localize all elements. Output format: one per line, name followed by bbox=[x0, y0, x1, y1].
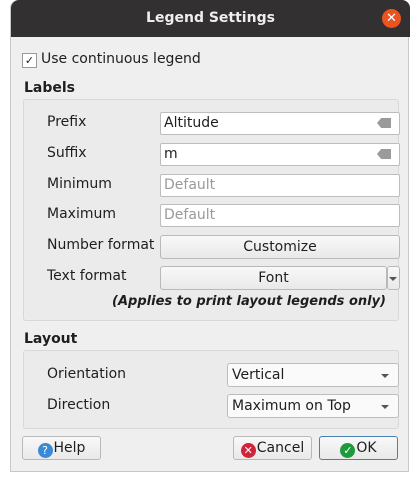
use-continuous-legend-checkbox[interactable]: ✓ bbox=[22, 53, 37, 68]
chevron-down-icon bbox=[381, 405, 389, 409]
maximum-label: Maximum bbox=[47, 206, 116, 222]
clear-icon[interactable] bbox=[377, 118, 391, 128]
text-format-label: Text format bbox=[47, 268, 127, 284]
customize-button[interactable]: Customize bbox=[160, 235, 400, 259]
cancel-icon: ✕ bbox=[240, 443, 256, 458]
title-bar: Legend Settings ✕ bbox=[11, 0, 410, 37]
minimum-label: Minimum bbox=[47, 176, 112, 192]
legend-settings-dialog: Legend Settings ✕ ✓ Use continuous legen… bbox=[10, 0, 410, 472]
orientation-select[interactable]: Vertical bbox=[227, 363, 399, 387]
ok-label: OK bbox=[356, 440, 377, 456]
use-continuous-legend-label[interactable]: Use continuous legend bbox=[41, 51, 201, 67]
prefix-value: Altitude bbox=[164, 115, 219, 131]
suffix-input[interactable]: m bbox=[160, 143, 400, 166]
help-icon: ? bbox=[37, 443, 53, 458]
prefix-label: Prefix bbox=[47, 114, 87, 130]
number-format-label: Number format bbox=[47, 237, 155, 253]
labels-group: Prefix Altitude Suffix m Minimum Default… bbox=[23, 99, 400, 321]
cancel-button[interactable]: ✕ Cancel bbox=[233, 436, 312, 460]
layout-header: Layout bbox=[24, 331, 78, 347]
print-layout-note: (Applies to print layout legends only) bbox=[112, 294, 386, 309]
direction-label: Direction bbox=[47, 397, 111, 413]
check-icon: ✓ bbox=[340, 443, 356, 458]
close-icon[interactable]: ✕ bbox=[382, 9, 401, 28]
layout-group: Orientation Vertical Direction Maximum o… bbox=[23, 350, 399, 429]
maximum-input[interactable]: Default bbox=[160, 204, 400, 227]
orientation-label: Orientation bbox=[47, 366, 127, 382]
minimum-input[interactable]: Default bbox=[160, 174, 400, 197]
orientation-value: Vertical bbox=[232, 367, 285, 383]
cancel-label: Cancel bbox=[256, 440, 305, 456]
chevron-down-icon bbox=[381, 374, 389, 378]
dialog-title: Legend Settings bbox=[146, 10, 275, 26]
suffix-label: Suffix bbox=[47, 145, 87, 161]
direction-value: Maximum on Top bbox=[232, 398, 351, 414]
prefix-input[interactable]: Altitude bbox=[160, 112, 400, 135]
help-button[interactable]: ? Help bbox=[22, 436, 101, 460]
labels-header: Labels bbox=[24, 80, 76, 96]
font-menu-button[interactable] bbox=[387, 266, 400, 290]
direction-select[interactable]: Maximum on Top bbox=[227, 394, 399, 418]
help-label: Help bbox=[53, 440, 86, 456]
ok-button[interactable]: ✓ OK bbox=[319, 436, 398, 460]
chevron-down-icon bbox=[389, 277, 397, 281]
clear-icon[interactable] bbox=[377, 149, 391, 159]
font-button[interactable]: Font bbox=[160, 266, 387, 290]
suffix-value: m bbox=[164, 146, 178, 162]
